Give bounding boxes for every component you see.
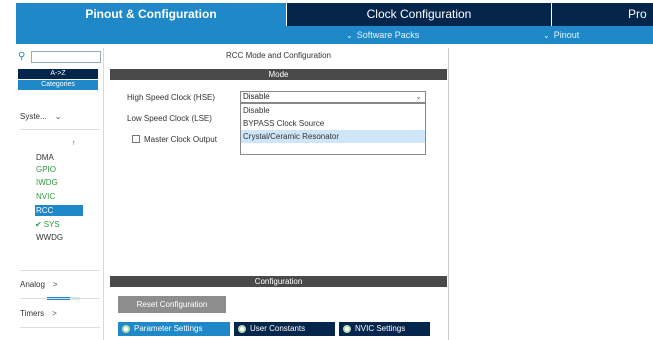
analog-label: Analog [20,280,45,289]
chevron-right-icon: > [52,280,58,289]
sidebar-item-rcc[interactable]: RCC [35,205,83,216]
chevron-right-icon: > [52,309,57,318]
tab-project-manager[interactable]: Pro [552,3,653,26]
tab-parameter-settings-label: Parameter Settings [134,324,203,333]
sidebar-item-wwdg[interactable]: WWDG [36,232,63,243]
status-dot-icon [238,325,246,333]
hse-select-value: Disable [243,92,270,101]
tab-nvic-settings[interactable]: NVIC Settings [339,322,430,336]
divider [20,129,100,130]
chevron-down-icon: ⌄ [54,112,62,121]
sub-menu-bar: ⌄ Software Packs ⌄ Pinout [16,26,653,44]
sidebar-item-iwdg[interactable]: IWDG [36,177,58,188]
option-bypass-clock-source[interactable]: BYPASS Clock Source [241,117,425,130]
sort-az-button[interactable]: A->Z [18,69,98,79]
sidebar-item-sys[interactable]: ✔ SYS [35,219,60,230]
tab-user-constants-label: User Constants [250,324,306,333]
sidebar-item-gpio[interactable]: GPIO [36,164,56,175]
search-row: ⚲ [16,50,102,64]
tab-user-constants[interactable]: User Constants [234,322,335,336]
hse-select[interactable]: Disable ⌄ [240,91,426,103]
panel-title: RCC Mode and Configuration [226,51,331,60]
tab-parameter-settings[interactable]: Parameter Settings [118,322,230,336]
categories-button[interactable]: Categories [18,80,98,90]
sidebar-item-nvic[interactable]: NVIC [36,191,55,202]
reset-configuration-button[interactable]: Reset Configuration [118,296,226,313]
divider [20,298,100,299]
tab-pinout-configuration[interactable]: Pinout & Configuration [16,3,286,26]
pinout-menu-label: Pinout [553,30,580,40]
mco-label: Master Clock Output [144,135,217,144]
hse-dropdown-list: Disable BYPASS Clock Source Crystal/Cera… [240,103,426,155]
search-icon[interactable]: ⚲ [18,50,30,64]
analog-group[interactable]: Analog > [20,278,58,292]
pinout-menu[interactable]: ⌄ Pinout [543,26,579,44]
tab-clock-configuration[interactable]: Clock Configuration [287,3,551,26]
checkmark-icon: ✔ [35,220,42,229]
timers-group[interactable]: Timers > [20,307,57,321]
chevron-down-icon: ⌄ [346,31,353,40]
top-tab-bar: Pinout & Configuration Clock Configurati… [0,0,653,26]
configuration-header: Configuration [110,276,447,287]
software-packs-menu[interactable]: ⌄ Software Packs [346,26,419,44]
scroll-up-arrow-icon[interactable]: ↑ [72,140,76,147]
divider [20,270,100,271]
sys-label: SYS [43,220,60,229]
divider [20,327,100,328]
software-packs-label: Software Packs [356,30,420,40]
hse-label: High Speed Clock (HSE) [127,93,216,102]
chevron-down-icon: ⌄ [415,92,422,101]
timers-label: Timers [20,309,45,318]
sidebar-item-dma[interactable]: DMA [36,152,54,163]
option-crystal-ceramic-resonator[interactable]: Crystal/Ceramic Resonator [241,130,425,143]
lse-label: Low Speed Clock (LSE) [127,114,212,123]
rcc-config-panel: RCC Mode and Configuration Mode High Spe… [108,48,449,340]
option-disable[interactable]: Disable [241,104,425,117]
tab-nvic-settings-label: NVIC Settings [355,324,406,333]
mco-checkbox[interactable] [132,135,140,143]
chevron-down-icon: ⌄ [543,31,550,40]
search-input[interactable] [31,51,101,63]
system-core-group[interactable]: Syste... ⌄ [20,110,61,124]
mode-header: Mode [110,69,447,80]
status-dot-icon [122,325,130,333]
status-dot-icon [343,325,351,333]
categories-sidebar: ⚲ A->Z Categories Syste... ⌄ ↑ DMA GPIO I… [16,48,104,340]
system-core-label: Syste... [20,112,47,121]
